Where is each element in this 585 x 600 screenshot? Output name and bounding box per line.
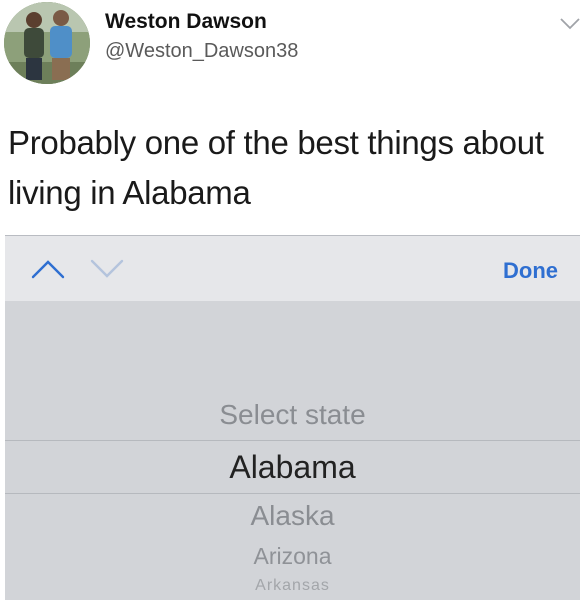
picker-toolbar: Done: [5, 235, 580, 301]
tweet-text: Probably one of the best things about li…: [8, 124, 544, 211]
picker-wheel[interactable]: Select state Alabama Alaska Arizona Arka…: [5, 301, 580, 600]
author-name[interactable]: Weston Dawson: [105, 10, 267, 34]
picker-option-placeholder[interactable]: Select state: [5, 399, 580, 431]
picker-option[interactable]: Alaska: [5, 500, 580, 532]
selection-top-divider: [5, 440, 580, 441]
picker-option[interactable]: Arkansas: [5, 577, 580, 595]
selection-bottom-divider: [5, 493, 580, 494]
avatar[interactable]: [4, 2, 90, 84]
avatar-photo: [4, 2, 90, 84]
chevron-down-icon[interactable]: [89, 258, 125, 280]
chevron-up-icon[interactable]: [30, 258, 66, 280]
state-picker[interactable]: Done Select state Alabama Alaska Arizona…: [5, 235, 580, 600]
picker-option[interactable]: Arizona: [5, 543, 580, 570]
chevron-down-icon[interactable]: [559, 12, 581, 34]
author-handle[interactable]: @Weston_Dawson38: [105, 40, 298, 63]
done-button[interactable]: Done: [503, 258, 558, 284]
picker-option-selected[interactable]: Alabama: [5, 449, 580, 486]
tweet-header: Weston Dawson @Weston_Dawson38: [0, 0, 585, 90]
